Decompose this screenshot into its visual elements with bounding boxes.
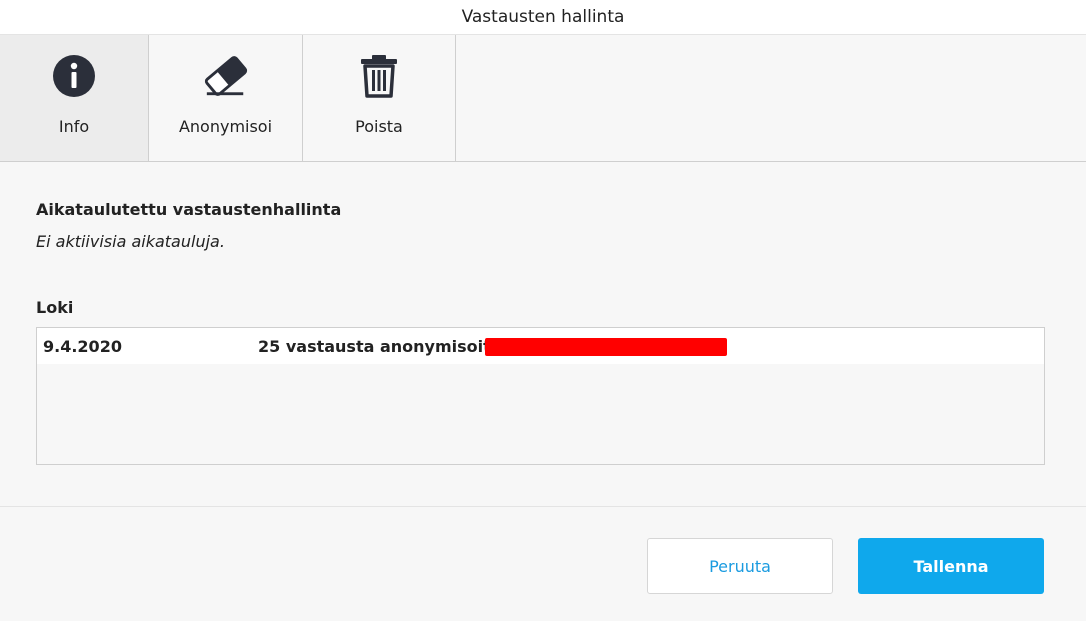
delete-tab[interactable]: Poista xyxy=(303,35,456,161)
cancel-button[interactable]: Peruuta xyxy=(647,538,833,594)
info-icon xyxy=(51,53,97,99)
eraser-icon xyxy=(203,53,249,99)
schedule-heading: Aikataulutettu vastaustenhallinta xyxy=(36,200,342,219)
log-entry-message: 25 vastausta anonymisoitu xyxy=(258,337,503,356)
info-tab[interactable]: Info xyxy=(0,35,149,161)
dialog-title: Vastausten hallinta xyxy=(0,0,1086,35)
log-entry-date: 9.4.2020 xyxy=(43,337,122,356)
info-tab-label: Info xyxy=(58,117,90,136)
log-entry: 9.4.2020 25 vastausta anonymisoitu xyxy=(37,328,1044,364)
delete-tab-label: Poista xyxy=(355,117,403,136)
redaction-bar xyxy=(485,338,727,356)
save-button[interactable]: Tallenna xyxy=(858,538,1044,594)
schedule-empty-text: Ei aktiivisia aikatauluja. xyxy=(36,232,225,251)
trash-icon xyxy=(356,53,402,99)
log-list[interactable]: 9.4.2020 25 vastausta anonymisoitu xyxy=(36,327,1045,465)
log-heading: Loki xyxy=(36,298,74,317)
anonymize-tab[interactable]: Anonymisoi xyxy=(149,35,303,161)
toolbar: Info Anonymisoi Poista xyxy=(0,35,1086,162)
footer-divider xyxy=(0,506,1086,507)
anonymize-tab-label: Anonymisoi xyxy=(178,117,273,136)
